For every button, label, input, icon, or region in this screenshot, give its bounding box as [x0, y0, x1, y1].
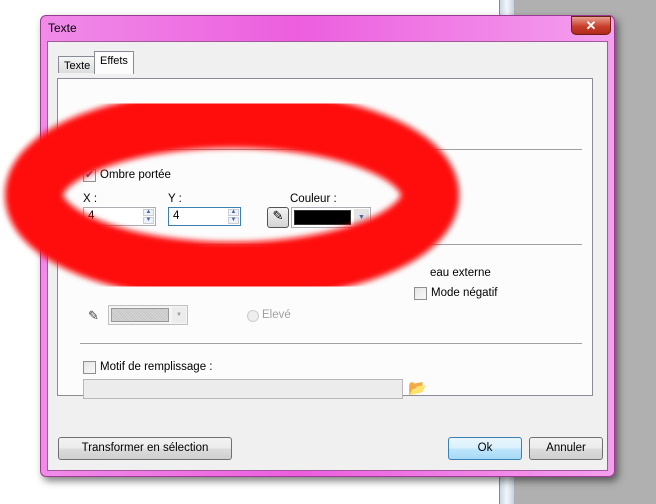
cancel-button[interactable]: Annuler [529, 437, 603, 460]
y-value: 4 [173, 210, 180, 222]
eyedropper-button[interactable]: ✎ [267, 207, 289, 228]
drop-shadow-label: Ombre portée [100, 169, 171, 181]
dialog-title: Texte [48, 21, 77, 35]
up-arrow-icon[interactable]: ▲ [228, 209, 239, 216]
close-button[interactable]: ✕ [571, 16, 611, 35]
effects-panel: ✔ Ombre portée X : 4 ▲ ▼ Y : 4 ▲ ▼ Couleur :… [57, 78, 593, 399]
down-arrow-icon[interactable]: ▼ [143, 217, 154, 224]
chevron-down-icon: ▼ [172, 307, 186, 323]
glow-color-dropdown[interactable]: ▼ [108, 305, 188, 325]
tab-texte[interactable]: Texte [58, 56, 97, 73]
tab-effets[interactable]: Effets [94, 51, 134, 74]
color-swatch [294, 210, 351, 225]
y-label: Y : [168, 193, 182, 205]
drop-shadow-checkbox[interactable]: ✔ [83, 169, 96, 182]
negative-mode-label: Mode négatif [431, 287, 498, 299]
fill-pattern-path-input[interactable] [83, 379, 403, 399]
y-stepper[interactable]: 4 ▲ ▼ [168, 207, 241, 226]
eyedropper-icon[interactable]: ✎ [88, 308, 99, 324]
fill-pattern-checkbox[interactable] [83, 361, 96, 374]
chevron-down-icon: ▼ [354, 209, 369, 226]
color-swatch [111, 308, 169, 322]
text-dialog: Texte ✕ Texte Effets ✔ Ombre portée X : … [40, 15, 615, 477]
x-stepper[interactable]: 4 ▲ ▼ [83, 207, 156, 226]
folder-open-icon[interactable]: 📂 [408, 379, 427, 397]
up-arrow-icon[interactable]: ▲ [143, 209, 154, 216]
shadow-color-dropdown[interactable]: ▼ [291, 207, 371, 228]
tab-label: Texte [64, 60, 91, 72]
divider [80, 244, 582, 245]
dialog-client: Texte Effets ✔ Ombre portée X : 4 ▲ ▼ Y : … [47, 41, 608, 471]
x-value: 4 [88, 210, 95, 222]
down-arrow-icon[interactable]: ▼ [228, 217, 239, 224]
ok-button[interactable]: Ok [448, 437, 522, 460]
color-label: Couleur : [290, 193, 337, 205]
divider [80, 149, 582, 150]
eyedropper-icon: ✎ [272, 208, 284, 223]
x-label: X : [83, 193, 98, 205]
negative-mode-checkbox[interactable] [414, 287, 427, 300]
raised-label: Elevé [262, 309, 291, 321]
fill-pattern-label: Motif de remplissage : [100, 361, 213, 373]
outer-glow-label: eau externe [430, 267, 491, 279]
close-icon: ✕ [585, 18, 597, 33]
raised-radio[interactable] [247, 310, 259, 322]
tab-label: Effets [100, 55, 128, 67]
divider [80, 343, 582, 344]
transform-selection-button[interactable]: Transformer en sélection [58, 437, 232, 460]
